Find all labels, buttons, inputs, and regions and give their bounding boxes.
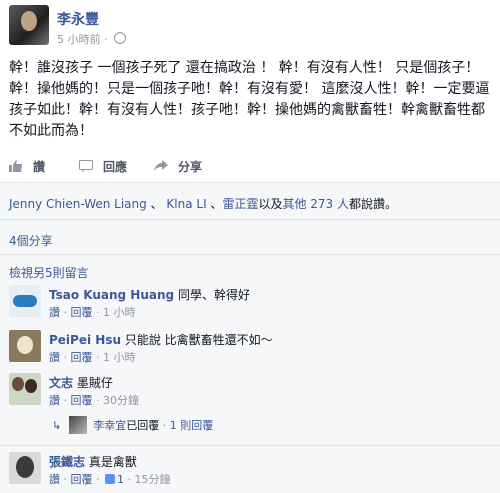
comment-text: 只能說 比禽獸畜牲還不如～ <box>124 333 273 347</box>
comment-reply-link[interactable]: 回覆 <box>71 394 93 407</box>
comment-button[interactable]: 回應 <box>79 158 127 175</box>
globe-icon <box>114 32 126 44</box>
author-avatar[interactable] <box>9 5 49 45</box>
commenter-avatar[interactable] <box>9 373 41 405</box>
liker-link[interactable]: 雷正霆 <box>222 197 258 211</box>
facebook-post: 李永豐 5 小時前 · 幹！誰沒孩子 一個孩子死了 還在搞政治 ！ 幹！有沒有人… <box>0 0 500 493</box>
comment-like-link[interactable]: 讚 <box>49 351 60 364</box>
divider <box>0 219 500 220</box>
commenter-name[interactable]: 文志 <box>49 376 73 390</box>
comment-like-link[interactable]: 讚 <box>49 473 60 486</box>
divider <box>0 445 500 446</box>
commenter-name[interactable]: Tsao Kuang Huang <box>49 288 174 302</box>
comment-text: 真是禽獸 <box>88 455 137 469</box>
thumbs-up-icon <box>9 160 22 172</box>
comment-time[interactable]: 1 小時 <box>103 306 136 319</box>
commenter-avatar[interactable] <box>9 452 41 484</box>
comment-text: 墨賊仔 <box>76 376 113 390</box>
comment-like-link[interactable]: 讚 <box>49 306 60 319</box>
liker-link[interactable]: Klna LI <box>166 197 206 211</box>
comment-reply-link[interactable]: 回覆 <box>71 351 93 364</box>
divider <box>0 254 500 255</box>
post-text: 幹！誰沒孩子 一個孩子死了 還在搞政治 ！ 幹！有沒有人性！ 只是個孩子！幹！操… <box>9 60 490 139</box>
liker-link[interactable]: Jenny Chien-Wen Liang <box>9 197 147 211</box>
post-meta: 5 小時前 · <box>57 31 126 47</box>
author-name[interactable]: 李永豐 <box>57 9 99 29</box>
view-more-comments-link[interactable]: 檢視另5則留言 <box>9 264 89 281</box>
commenter-avatar[interactable] <box>9 285 41 317</box>
shares-link[interactable]: 4個分享 <box>9 232 53 249</box>
comment-time[interactable]: 30分鐘 <box>103 394 139 407</box>
commenter-name[interactable]: 張鐵志 <box>49 455 85 469</box>
comment-like-link[interactable]: 讚 <box>49 394 60 407</box>
replier-avatar <box>69 416 88 434</box>
post-time[interactable]: 5 小時前 <box>57 33 101 46</box>
comment-reply-link[interactable]: 回覆 <box>71 473 93 486</box>
share-button[interactable]: 分享 <box>154 158 202 175</box>
comment-time[interactable]: 1 小時 <box>103 351 136 364</box>
others-liked-link[interactable]: 其他 273 人 <box>282 197 349 211</box>
likes-summary: Jenny Chien-Wen Liang 、 Klna LI 、雷正霆以及其他… <box>9 197 398 211</box>
share-arrow-icon <box>154 160 168 171</box>
comment-icon <box>79 160 93 172</box>
like-count-icon <box>105 474 115 484</box>
comment-reply-link[interactable]: 回覆 <box>71 306 93 319</box>
commenter-avatar[interactable] <box>9 330 41 362</box>
reply-summary[interactable]: ↳ 李幸宜已回覆 · 1 則回覆 <box>52 416 213 434</box>
comment-time[interactable]: 15分鐘 <box>135 473 171 486</box>
comment-like-count[interactable]: 1 <box>117 473 124 486</box>
comment-text: 同學、幹得好 <box>177 288 250 302</box>
like-button[interactable]: 讚 <box>9 158 45 175</box>
reply-arrow-icon: ↳ <box>52 419 62 432</box>
commenter-name[interactable]: PeiPei Hsu <box>49 333 121 347</box>
